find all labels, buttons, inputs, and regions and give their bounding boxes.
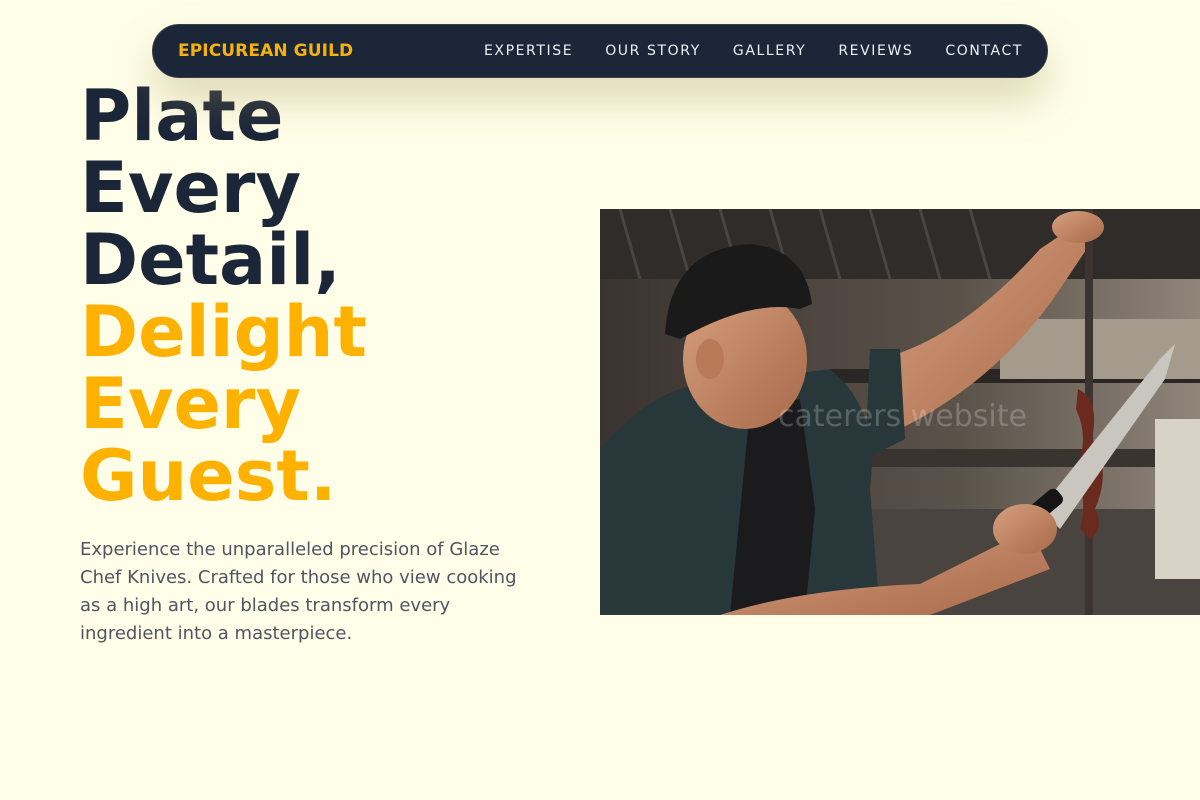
hero-description: Experience the unparalleled precision of…	[80, 539, 517, 644]
nav-link-reviews[interactable]: REVIEWS	[838, 43, 913, 59]
nav-link-contact[interactable]: CONTACT	[945, 43, 1023, 59]
hero-title-line: Plate	[80, 75, 284, 157]
hero-accent-line: Every	[80, 363, 302, 445]
hero-accent-line: Guest.	[80, 435, 337, 517]
nav-menu: EXPERTISE OUR STORY GALLERY REVIEWS CONT…	[484, 43, 1023, 59]
chef-photo: caterers website	[600, 209, 1200, 615]
hero-title-line: Every	[80, 147, 302, 229]
hero-accent-line: Delight	[80, 291, 367, 373]
photo-watermark: caterers website	[778, 399, 1027, 434]
nav-link-our-story[interactable]: OUR STORY	[605, 43, 701, 59]
hero-title-line: Detail,	[80, 219, 341, 301]
nav-link-gallery[interactable]: GALLERY	[733, 43, 806, 59]
nav-link-expertise[interactable]: EXPERTISE	[484, 43, 573, 59]
top-navbar: EPICUREAN GUILD EXPERTISE OUR STORY GALL…	[152, 24, 1048, 78]
hero-title: Plate Every Detail, Delight Every Guest.	[80, 80, 367, 512]
brand-logo[interactable]: EPICUREAN GUILD	[178, 41, 353, 61]
